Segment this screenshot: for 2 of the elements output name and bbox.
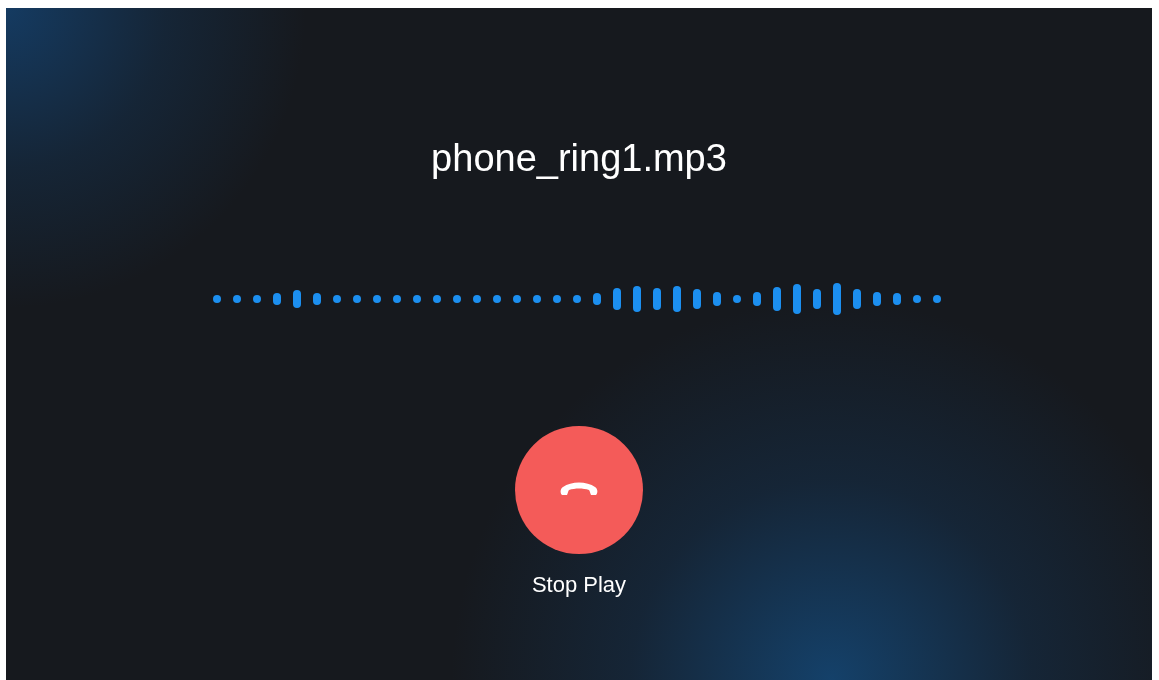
file-title: phone_ring1.mp3 [431, 136, 727, 181]
stop-play-label: Stop Play [531, 571, 627, 599]
